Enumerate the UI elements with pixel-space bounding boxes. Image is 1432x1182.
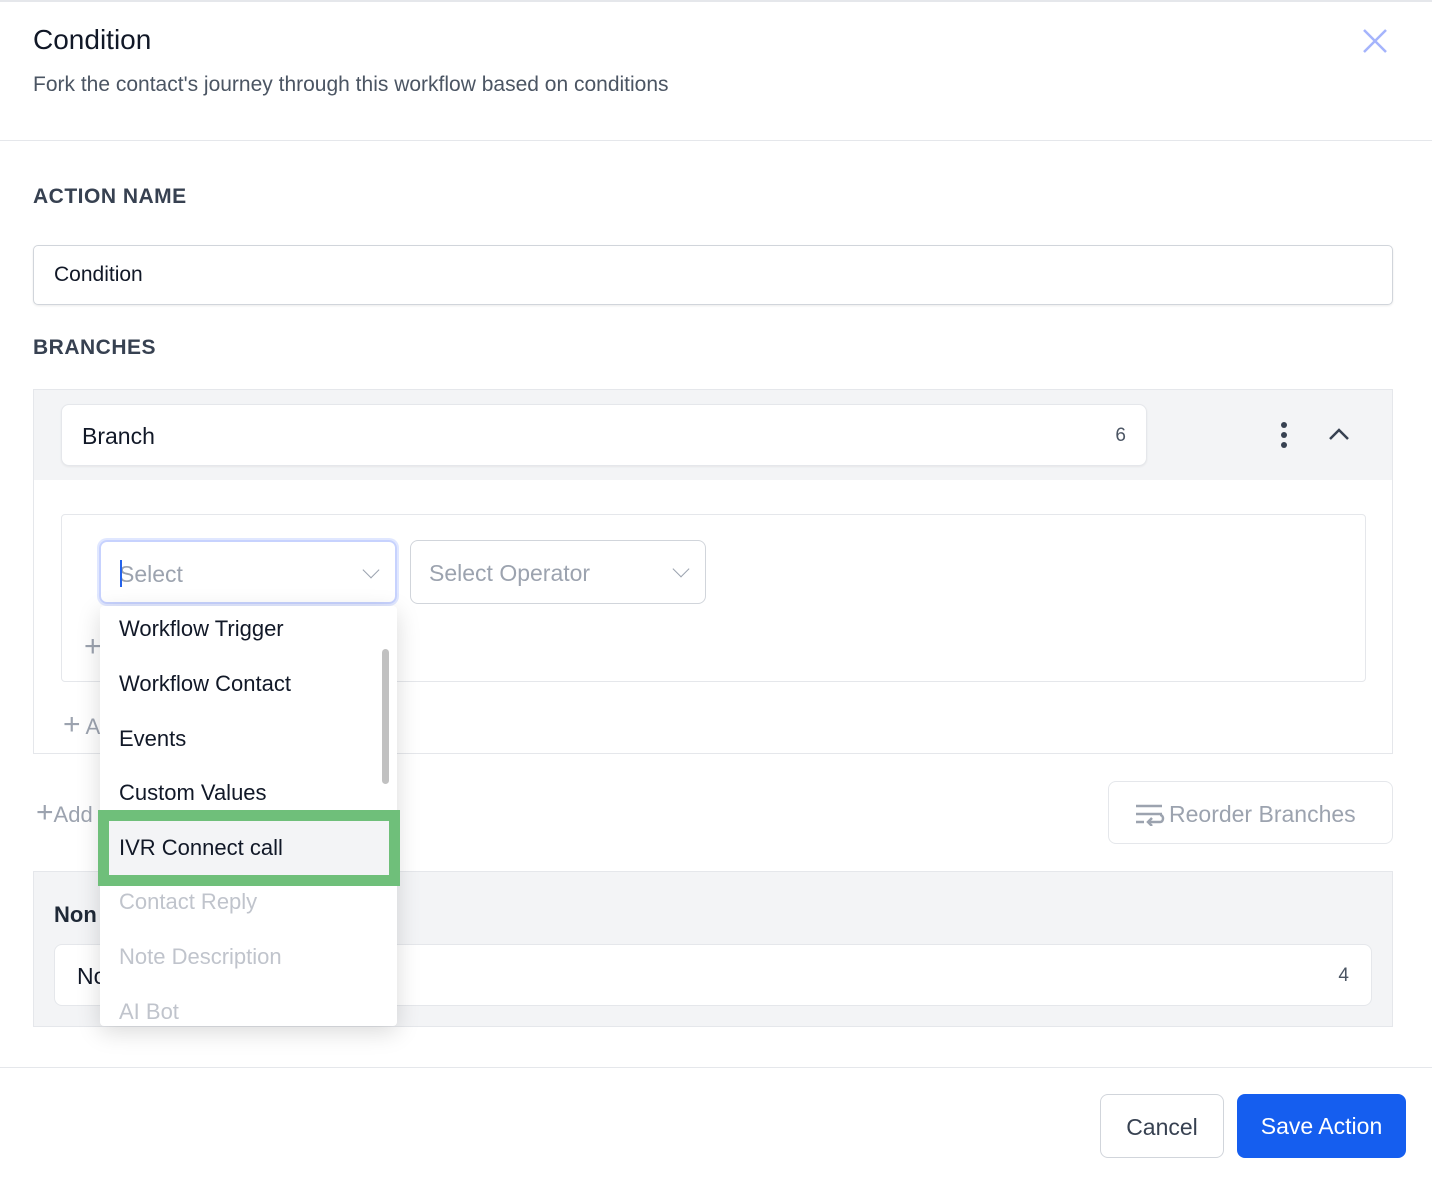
- operator-placeholder: Select Operator: [429, 560, 591, 586]
- option-ivr-connect-call[interactable]: IVR Connect call: [119, 835, 283, 861]
- plus-icon: +: [63, 708, 81, 741]
- reorder-branches-button[interactable]: Reorder Branches: [1108, 781, 1393, 844]
- modal-title: Condition: [33, 24, 152, 55]
- add-branch-button[interactable]: +Add: [36, 796, 93, 830]
- modal-subtitle: Fork the contact's journey through this …: [33, 73, 669, 96]
- save-action-button[interactable]: Save Action: [1237, 1094, 1406, 1158]
- branch-name: Branch: [82, 423, 155, 449]
- option-workflow-contact[interactable]: Workflow Contact: [119, 671, 291, 697]
- chevron-down-icon: [672, 560, 690, 578]
- option-custom-values[interactable]: Custom Values: [119, 780, 267, 806]
- char-count: 6: [1115, 425, 1126, 446]
- none-branch-label: Non: [54, 902, 97, 927]
- operator-select[interactable]: Select Operator: [410, 540, 706, 604]
- top-border: [0, 0, 1432, 2]
- reorder-icon: [1136, 804, 1165, 826]
- plus-icon: +: [36, 796, 54, 829]
- option-ai-bot: AI Bot: [119, 999, 179, 1024]
- option-note-description: Note Description: [119, 944, 282, 969]
- branches-label: BRANCHES: [33, 336, 157, 359]
- chevron-down-icon: [362, 561, 380, 579]
- char-count: 4: [1338, 965, 1349, 986]
- reorder-label: Reorder Branches: [1169, 801, 1356, 827]
- footer-divider: [0, 1067, 1432, 1068]
- add-segment-label: A: [85, 714, 101, 739]
- option-workflow-trigger[interactable]: Workflow Trigger: [119, 616, 284, 642]
- divider: [0, 140, 1432, 141]
- field-select[interactable]: Select: [99, 540, 397, 604]
- add-segment-button[interactable]: + A: [63, 708, 100, 742]
- option-contact-reply: Contact Reply: [119, 889, 258, 914]
- more-vertical-icon[interactable]: [1276, 421, 1292, 451]
- cancel-button[interactable]: Cancel: [1100, 1094, 1224, 1158]
- field-placeholder: Select: [119, 561, 183, 587]
- chevron-up-icon[interactable]: [1327, 426, 1351, 442]
- add-condition-plus-icon[interactable]: +: [84, 630, 102, 664]
- branch-name-input[interactable]: Branch 6: [61, 404, 1147, 466]
- add-branch-label: Add: [53, 802, 93, 827]
- text-cursor: [120, 560, 122, 587]
- option-events[interactable]: Events: [119, 726, 186, 752]
- dropdown-scrollbar[interactable]: [382, 649, 389, 784]
- action-name-label: ACTION NAME: [33, 185, 187, 208]
- action-name-input[interactable]: Condition: [33, 245, 1393, 305]
- dropdown-options: Workflow Trigger Workflow Contact Events…: [100, 606, 397, 1026]
- close-icon[interactable]: [1360, 26, 1390, 56]
